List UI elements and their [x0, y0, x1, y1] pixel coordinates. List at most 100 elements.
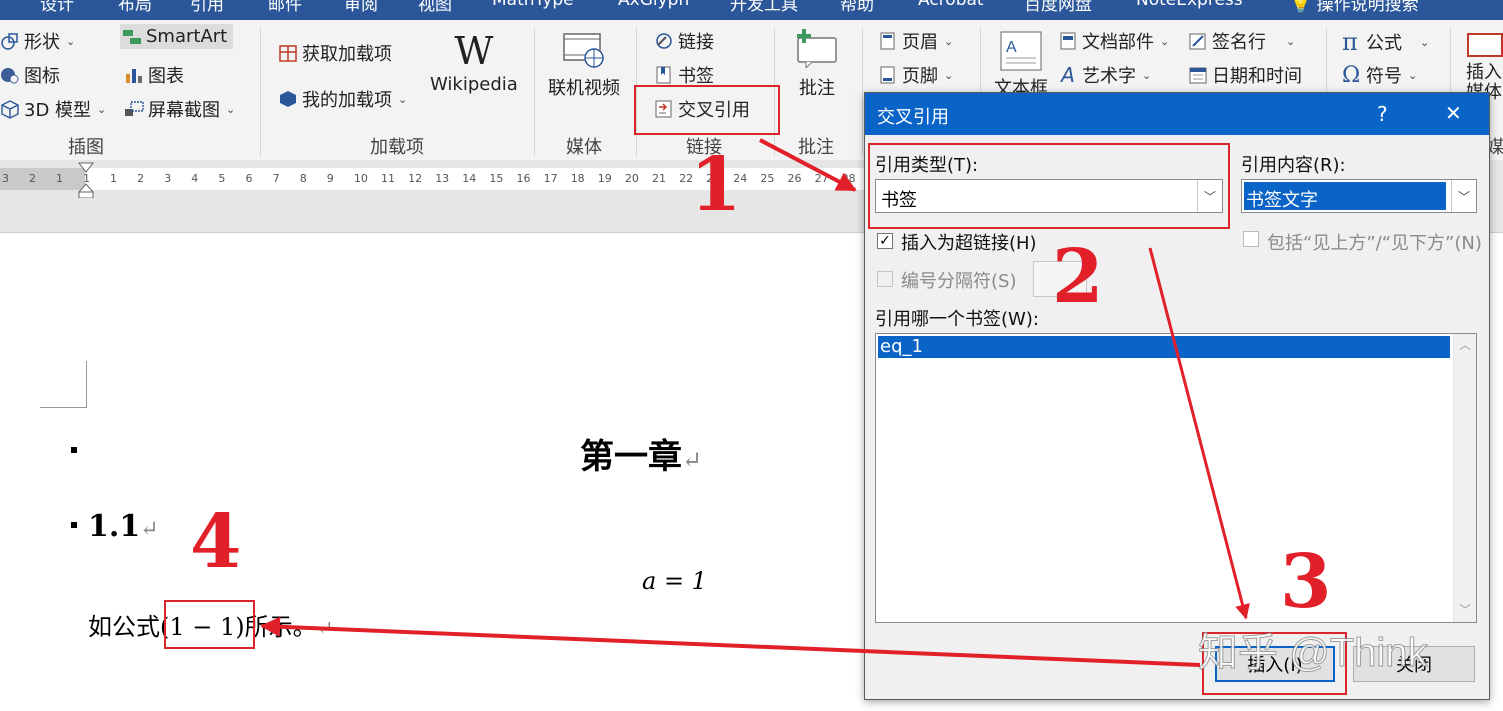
get-addins-button[interactable]: 获取加载项	[278, 40, 392, 66]
signature-line-button[interactable]: 签名行 ⌄	[1188, 28, 1295, 54]
chart-label: 图表	[148, 66, 184, 87]
footer-icon	[880, 66, 895, 84]
tab-mailings[interactable]: 邮件	[268, 0, 302, 15]
page-corner-mark	[40, 361, 87, 408]
calendar-icon	[1189, 67, 1207, 84]
tell-me-label: 操作说明搜索	[1316, 0, 1419, 15]
ruler-tick-label: 10	[353, 172, 368, 185]
group-divider	[260, 28, 261, 156]
annotation-number-3: 3	[1280, 539, 1332, 625]
reference-content-select[interactable]: 书签文字 ﹀	[1241, 179, 1477, 213]
tab-view[interactable]: 视图	[418, 0, 452, 15]
tab-review[interactable]: 审阅	[344, 0, 378, 15]
screenshot-label: 屏幕截图	[148, 100, 220, 121]
ruler-tick-label: 15	[489, 172, 504, 185]
paragraph-mark: ↵	[316, 616, 334, 640]
ruler-tick-label: 14	[462, 172, 477, 185]
group-divider	[636, 28, 637, 156]
bookmark-list[interactable]: eq_1 ︿ ﹀	[875, 333, 1477, 623]
shapes-label: 形状	[24, 32, 60, 53]
my-addins-button[interactable]: 我的加载项 ⌄	[278, 86, 407, 112]
include-above-below-checkbox[interactable]	[1243, 231, 1259, 247]
icons-button[interactable]: 图标	[0, 62, 60, 88]
smartart-button[interactable]: SmartArt	[120, 24, 234, 49]
tab-references[interactable]: 引用	[190, 0, 224, 15]
ruler-margin	[0, 168, 85, 190]
date-time-label: 日期和时间	[1212, 66, 1302, 87]
signature-line-label: 签名行	[1212, 32, 1266, 53]
comment-button[interactable]: 批注	[794, 28, 840, 100]
equation-button[interactable]: π 公式 ⌄	[1342, 28, 1429, 56]
svg-text:A: A	[1006, 39, 1017, 56]
help-icon[interactable]: ?	[1377, 102, 1388, 126]
tab-mathtype[interactable]: MathType	[492, 0, 574, 10]
scrollbar[interactable]: ︿ ﹀	[1453, 334, 1476, 622]
tab-help[interactable]: 帮助	[840, 0, 874, 15]
chevron-down-icon: ﹀	[1451, 180, 1476, 212]
shapes-button[interactable]: 形状 ⌄	[0, 28, 75, 54]
ruler-tick-label: 7	[272, 172, 280, 185]
3d-model-button[interactable]: 3D 模型 ⌄	[0, 96, 106, 122]
ruler-tick-label: 27	[814, 172, 829, 185]
chevron-down-icon: ⌄	[97, 102, 107, 116]
comment-label: 批注	[799, 78, 835, 99]
ruler-tick-label: 20	[624, 172, 639, 185]
group-label-media: 媒体	[566, 137, 602, 158]
chevron-up-icon[interactable]: ︿	[1459, 336, 1471, 353]
bookmark-button[interactable]: 书签	[654, 62, 714, 88]
ruler-tick-label: 3	[2, 172, 9, 185]
reference-type-select[interactable]: 书签 ﹀	[875, 179, 1223, 213]
link-button[interactable]: 链接	[654, 28, 714, 54]
chevron-down-icon: ﹀	[1197, 180, 1222, 212]
paragraph-text-prefix: 如公式	[88, 613, 160, 641]
tab-layout[interactable]: 布局	[118, 0, 152, 15]
screenshot-button[interactable]: 屏幕截图 ⌄	[124, 96, 235, 122]
tell-me-search[interactable]: 💡 操作说明搜索	[1290, 0, 1419, 15]
screenshot-icon	[125, 101, 144, 116]
separator-checkbox[interactable]	[877, 271, 893, 287]
header-button[interactable]: 页眉 ⌄	[878, 28, 953, 54]
tab-acrobat[interactable]: Acrobat	[918, 0, 984, 10]
cross-reference-button[interactable]: 交叉引用	[654, 96, 750, 122]
chevron-down-icon: ⌄	[944, 34, 954, 48]
ruler-tick-label: 1	[56, 172, 63, 185]
wordart-label: 艺术字	[1082, 66, 1136, 87]
chevron-down-icon[interactable]: ﹀	[1459, 601, 1471, 618]
wordart-button[interactable]: A 艺术字 ⌄	[1058, 62, 1151, 88]
tab-design[interactable]: 设计	[40, 0, 74, 15]
ruler-tick-label: 2	[137, 172, 145, 185]
wikipedia-label: Wikipedia	[430, 74, 518, 95]
date-time-button[interactable]: 日期和时间	[1188, 62, 1302, 88]
tab-axglyph[interactable]: AxGlyph	[618, 0, 689, 10]
cross-reference-label: 交叉引用	[678, 100, 750, 121]
smartart-label: SmartArt	[146, 26, 228, 47]
chart-button[interactable]: 图表	[124, 62, 184, 88]
online-video-button[interactable]: 联机视频	[548, 30, 620, 100]
reference-content-label: 引用内容(R):	[1241, 155, 1346, 176]
group-divider	[862, 28, 863, 156]
ruler-tick-label: 17	[543, 172, 558, 185]
symbol-label: 符号	[1366, 66, 1402, 87]
ribbon-tab-bar: 设计 布局 引用 邮件 审阅 视图 MathType AxGlyph 开发工具 …	[0, 0, 1503, 20]
tab-developer[interactable]: 开发工具	[730, 0, 798, 15]
tab-baidu[interactable]: 百度网盘	[1024, 0, 1092, 15]
quick-parts-button[interactable]: 文档部件 ⌄	[1058, 28, 1169, 54]
symbol-button[interactable]: Ω 符号 ⌄	[1342, 62, 1417, 88]
separator-label: 编号分隔符(S)	[901, 271, 1017, 292]
close-icon[interactable]: ✕	[1445, 101, 1462, 125]
wikipedia-button[interactable]: W Wikipedia	[430, 30, 518, 95]
tab-noteexpress[interactable]: NoteExpress	[1136, 0, 1243, 10]
text-box-button[interactable]: A 文本框	[994, 30, 1048, 100]
footer-button[interactable]: 页脚 ⌄	[878, 62, 953, 88]
annotation-number-4: 4	[190, 499, 242, 585]
annotation-number-1: 1	[690, 142, 742, 228]
chevron-down-icon: ⌄	[66, 34, 76, 48]
cross-reference-field[interactable]: (1 − 1)	[160, 613, 245, 641]
hyperlink-checkbox[interactable]: ✓	[877, 233, 893, 249]
ruler-tick-label: 19	[597, 172, 612, 185]
footer-label: 页脚	[902, 66, 938, 87]
list-item[interactable]: eq_1	[878, 336, 1450, 358]
media-icon	[1467, 33, 1503, 57]
include-above-below-label: 包括“见上方”/“见下方”(N)	[1267, 233, 1482, 254]
reference-type-value: 书签	[881, 190, 917, 211]
